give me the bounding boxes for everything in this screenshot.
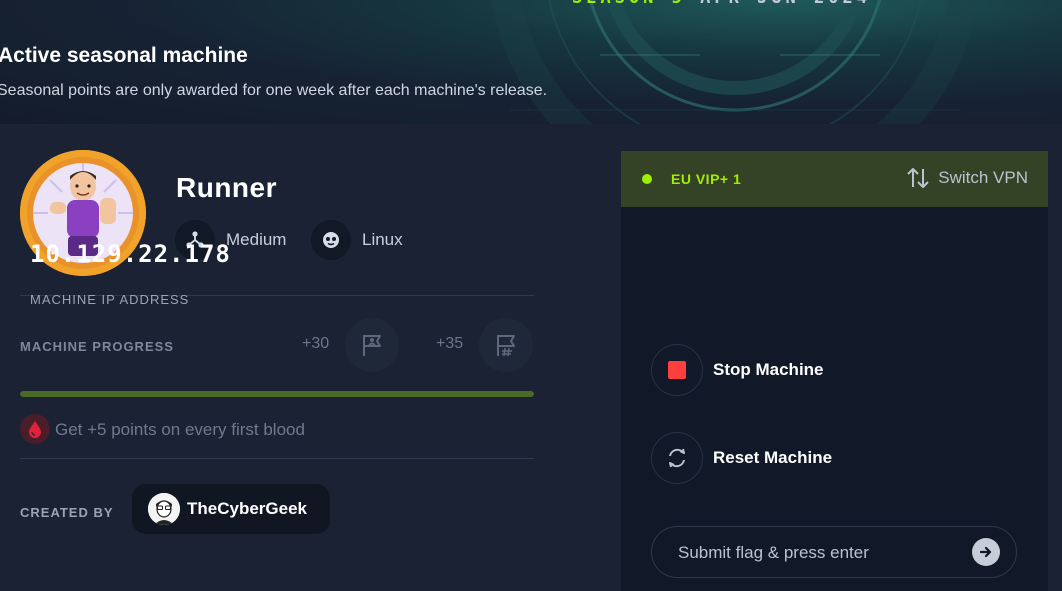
banner-subtitle: Seasonal points are only awarded for one…: [0, 82, 548, 99]
vpn-status-dot: [642, 174, 652, 184]
creator-profile-link[interactable]: TheCyberGeek: [132, 484, 330, 534]
switch-vpn-label: Switch VPN: [938, 168, 1028, 187]
machine-progress-bar: [20, 391, 534, 397]
creator-name: TheCyberGeek: [187, 499, 307, 518]
machine-ip-label: MACHINE IP ADDRESS: [30, 292, 190, 307]
root-flag-button[interactable]: [479, 318, 533, 372]
creator-avatar: [148, 493, 180, 525]
machine-name: Runner: [176, 172, 277, 203]
season-name: SEASON 5: [572, 0, 686, 8]
root-flag-points: +35: [436, 335, 464, 352]
stop-machine-label: Stop Machine: [713, 360, 824, 379]
stop-icon-wrap: [651, 344, 703, 396]
divider: [20, 458, 534, 459]
stop-icon: [668, 361, 686, 379]
arrow-right-icon: [979, 546, 992, 558]
first-blood-text: Get +5 points on every first blood: [55, 420, 305, 439]
swap-arrows-icon: [907, 168, 929, 188]
progress-label: MACHINE PROGRESS: [20, 339, 174, 354]
first-blood-icon: [20, 414, 50, 444]
difficulty-label: Medium: [226, 230, 287, 249]
submit-flag-button[interactable]: [972, 538, 1000, 566]
stop-machine-button[interactable]: Stop Machine: [651, 344, 824, 396]
reset-machine-label: Reset Machine: [713, 448, 833, 467]
os-label: Linux: [362, 230, 403, 249]
user-flag-points: +30: [302, 335, 330, 352]
user-flag-icon: [363, 335, 381, 356]
user-flag-button[interactable]: [345, 318, 399, 372]
created-by-label: CREATED BY: [20, 505, 114, 520]
season-dates: APR-JUN 2024: [700, 0, 871, 8]
reset-machine-button[interactable]: Reset Machine: [651, 432, 832, 484]
reset-icon-wrap: [651, 432, 703, 484]
vpn-status-bar: EU VIP+ 1 Switch VPN: [621, 151, 1048, 207]
reset-icon: [669, 448, 685, 468]
flag-submit-form: [651, 526, 1017, 579]
vpn-server-name: EU VIP+ 1: [671, 171, 742, 187]
season-label: SEASON 5 APR-JUN 2024: [572, 0, 871, 8]
switch-vpn-button[interactable]: Switch VPN: [906, 167, 1028, 189]
flag-input[interactable]: [676, 527, 960, 579]
machine-ip-address[interactable]: 10.129.22.178: [30, 240, 231, 268]
machine-progress-fill: [20, 391, 534, 397]
banner-title: Active seasonal machine: [0, 44, 248, 67]
season-banner: SEASON 5 APR-JUN 2024 Active seasonal ma…: [0, 0, 1062, 124]
os-tag: Linux: [311, 220, 403, 260]
linux-icon: [311, 220, 351, 260]
root-flag-icon: [497, 335, 515, 357]
